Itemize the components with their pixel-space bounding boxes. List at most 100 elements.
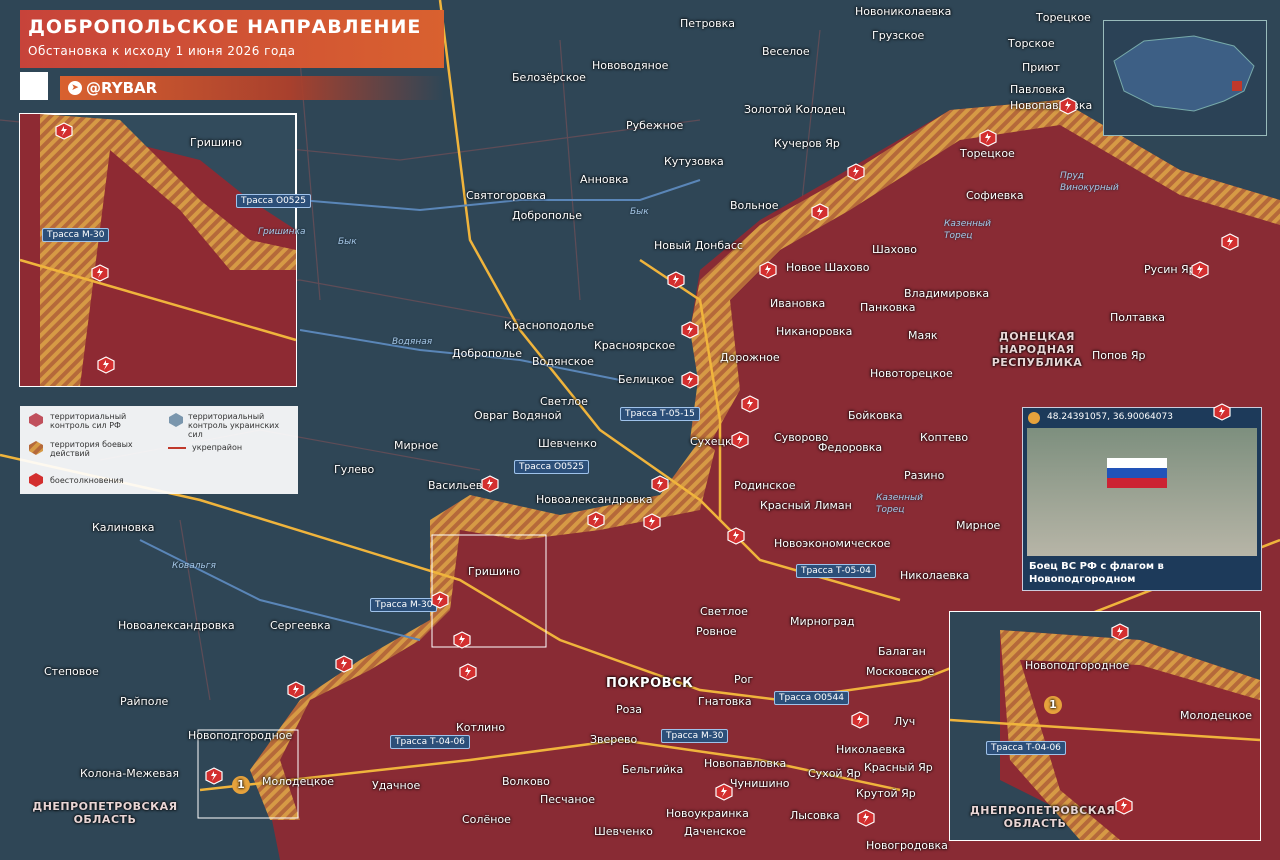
river-prud: Пруд Винокурный (1060, 171, 1119, 193)
place-novy_donbass: Новый Донбасс (654, 239, 743, 252)
russian-flag-icon (1107, 458, 1167, 488)
river-kazenny-1: Казенный Торец (944, 219, 991, 241)
clash-icon[interactable] (431, 591, 449, 609)
clash-icon[interactable] (651, 475, 669, 493)
place-vladimirovka: Владимировка (904, 287, 990, 300)
place-grishino: Гришино (468, 565, 520, 578)
place-pesчanoe: Песчаное (540, 793, 596, 806)
place-kutuzovka: Кутузовка (664, 155, 724, 168)
clash-icon[interactable] (715, 783, 733, 801)
clash-icon[interactable] (1115, 797, 1133, 815)
inset-grishino-frame (19, 113, 297, 387)
clash-icon[interactable] (643, 513, 661, 531)
photo-panel[interactable]: 48.24391057, 36.90064073 Боец ВС РФ с фл… (1022, 407, 1262, 591)
clash-icon[interactable] (681, 321, 699, 339)
clash-icon[interactable] (1111, 623, 1129, 641)
qr-code-icon[interactable] (20, 72, 48, 100)
place-belitskoe: Белицкое (618, 373, 675, 386)
place-solenoe: Солёное (462, 813, 511, 826)
clash-icon[interactable] (727, 527, 745, 545)
clash-icon[interactable] (55, 122, 73, 140)
river-vodyanaya: Водяная (392, 337, 433, 347)
clash-icon[interactable] (1191, 261, 1209, 279)
clash-icon[interactable] (1221, 233, 1239, 251)
place-kucherov: Кучеров Яр (774, 137, 840, 150)
clash-icon[interactable] (741, 395, 759, 413)
place-balagan: Балаган (878, 645, 926, 658)
legend-ua-control: территориальный контроль украинских сил (188, 412, 280, 439)
place-gruzskoe: Грузское (872, 29, 925, 42)
clash-icon[interactable] (667, 271, 685, 289)
clash-icon[interactable] (1213, 403, 1231, 421)
legend-clashes: боестолкновения (50, 476, 124, 485)
inset-marker[interactable]: 1 (1044, 696, 1062, 714)
clash-icon[interactable] (759, 261, 777, 279)
telegram-icon: ➤ (68, 81, 82, 95)
clash-icon[interactable] (979, 129, 997, 147)
place-novoukrainka: Новоукраинка (666, 807, 749, 820)
place-kalinovka: Калиновка (92, 521, 155, 534)
clash-icon[interactable] (857, 809, 875, 827)
road-o0544: Трасса О0544 (774, 691, 849, 705)
place-kotlino: Котлино (456, 721, 506, 734)
clash-icon[interactable] (481, 475, 499, 493)
place-gulevo: Гулево (334, 463, 375, 476)
clash-icon[interactable] (453, 631, 471, 649)
clash-swatch-icon (29, 473, 43, 487)
river-grishinka: Гришинка (258, 227, 306, 237)
place-novoekonomicheskoe: Новоэкономическое (774, 537, 891, 550)
clash-icon[interactable] (287, 681, 305, 699)
road-m30-pokrovsk: Трасса М-30 (661, 729, 729, 743)
brand-bar[interactable]: ➤ @RYBAR (60, 76, 444, 100)
map-stage: { "header": { "title": "ДОБРОПОЛЬСКОЕ НА… (0, 0, 1280, 860)
clash-icon[interactable] (205, 767, 223, 785)
clash-icon[interactable] (811, 203, 829, 221)
clash-icon[interactable] (335, 655, 353, 673)
inset-novopodgorodnoe-label: Новоподгородное (1025, 659, 1130, 672)
place-novopavlovka2: Новопавловка (704, 757, 787, 770)
place-krasny_yar: Красный Яр (864, 761, 933, 774)
inset-grishino-label: Гришино (190, 136, 242, 149)
place-novopavlovka: Новопавловка (1010, 99, 1093, 112)
clash-icon[interactable] (851, 711, 869, 729)
river-kovalgya: Ковальгя (172, 561, 216, 571)
place-svetloe: Светлое (540, 395, 588, 408)
place-rog: Рог (734, 673, 754, 686)
region-dnipro: ДНЕПРОПЕТРОВСКАЯ ОБЛАСТЬ (32, 800, 178, 826)
place-molodetskoe: Молодецкое (262, 775, 334, 788)
clash-icon[interactable] (459, 663, 477, 681)
place-novoe_shakhovo: Новое Шахово (786, 261, 870, 274)
place-novovodyanoe: Нововодяное (592, 59, 669, 72)
place-volnoe: Вольное (730, 199, 779, 212)
clash-icon[interactable] (681, 371, 699, 389)
clash-icon[interactable] (91, 264, 109, 282)
place-koptevo: Коптево (920, 431, 969, 444)
marker-icon (1028, 412, 1040, 424)
road-t0515: Трасса Т-05-15 (620, 407, 700, 421)
place-krutoy_yar: Крутой Яр (856, 787, 916, 800)
place-bojkovka: Бойковка (848, 409, 903, 422)
clash-icon[interactable] (97, 356, 115, 374)
clash-icon[interactable] (731, 431, 749, 449)
clash-icon[interactable] (847, 163, 865, 181)
map-subtitle: Обстановка к исходу 1 июня 2026 года (28, 44, 296, 58)
place-shevchenko: Шевченко (538, 437, 597, 450)
road-m30-main: Трасса М-30 (370, 598, 438, 612)
place-mirnograd: Мирноград (790, 615, 855, 628)
place-toretskoe: Торецкое (1036, 11, 1091, 24)
photo-coordinates: 48.24391057, 36.90064073 (1047, 412, 1173, 422)
clash-icon[interactable] (1059, 97, 1077, 115)
ukraine-map-icon (1113, 35, 1255, 112)
place-ivanovka: Ивановка (770, 297, 826, 310)
place-kolona: Колона-Межевая (80, 767, 179, 780)
legend-fortification: укрепрайон (192, 443, 243, 452)
place-nikolaevka2: Николаевка (836, 743, 906, 756)
map-marker[interactable]: 1 (232, 776, 250, 794)
overview-minimap (1103, 20, 1267, 136)
place-zverevo: Зверево (590, 733, 638, 746)
legend-combat: территория боевых действий (50, 440, 133, 458)
place-razino: Разино (904, 469, 945, 482)
river-byk-1: Бык (338, 237, 357, 247)
place-annovka: Анновка (580, 173, 629, 186)
clash-icon[interactable] (587, 511, 605, 529)
